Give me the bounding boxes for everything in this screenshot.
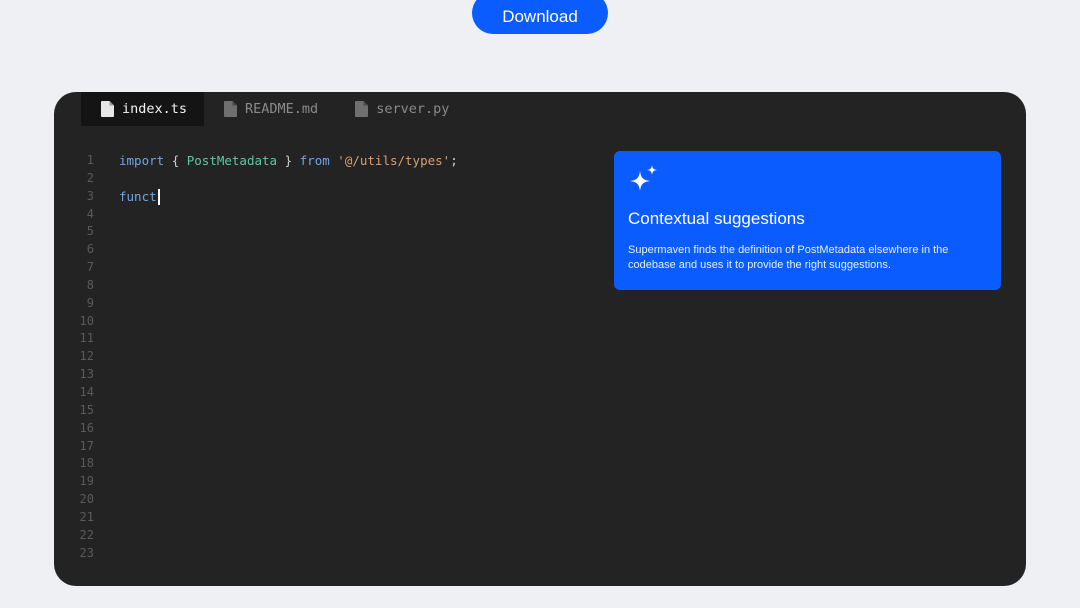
- brace-open: {: [171, 153, 180, 168]
- file-icon: [224, 101, 238, 117]
- line-number: 6: [86, 242, 94, 257]
- line-number: 2: [86, 170, 94, 185]
- identifier-postmetadata: PostMetadata: [186, 153, 278, 168]
- tab-label: index.ts: [122, 101, 188, 117]
- text-cursor: [157, 189, 160, 206]
- tab-label: server.py: [376, 101, 450, 117]
- line-number: 21: [79, 509, 94, 524]
- file-icon: [355, 101, 369, 117]
- line-number: 9: [86, 295, 94, 310]
- line-number: 11: [79, 331, 94, 346]
- line-number: 16: [79, 420, 94, 435]
- editor-tabs: index.ts README.md server.py: [81, 92, 466, 126]
- keyword-from: from: [299, 153, 330, 168]
- card-description: Supermaven finds the definition of PostM…: [628, 244, 949, 271]
- tab-label: README.md: [245, 101, 319, 117]
- line-number: 19: [79, 474, 94, 489]
- code-line: funct: [119, 188, 458, 206]
- line-number: 13: [79, 367, 94, 382]
- brace-close: }: [284, 153, 293, 168]
- download-button[interactable]: Download: [472, 0, 608, 34]
- line-number: 8: [86, 277, 94, 292]
- file-icon: [101, 101, 114, 117]
- keyword-import: import: [119, 153, 165, 168]
- code-area[interactable]: import { PostMetadata } from '@/utils/ty…: [119, 152, 458, 206]
- suggestion-card: Contextual suggestions Supermaven finds …: [614, 151, 1001, 290]
- tab-readme-md[interactable]: README.md: [204, 92, 335, 126]
- semicolon: ;: [450, 153, 458, 168]
- code-editor: index.ts README.md server.py 1 2 3 4 5 6…: [54, 92, 1026, 586]
- line-number: 5: [86, 224, 94, 239]
- line-number: 1: [86, 153, 94, 167]
- import-path-string: '@/utils/types': [337, 153, 451, 168]
- typed-text: funct: [119, 188, 157, 204]
- line-number: 20: [79, 492, 94, 507]
- tab-index-ts[interactable]: index.ts: [81, 92, 205, 126]
- line-number: 10: [79, 313, 94, 328]
- line-number: 12: [79, 349, 94, 364]
- tab-server-py[interactable]: server.py: [335, 92, 466, 126]
- line-number: 3: [86, 188, 94, 203]
- line-number: 23: [79, 545, 94, 560]
- code-line: import { PostMetadata } from '@/utils/ty…: [119, 152, 458, 170]
- line-number: 7: [86, 260, 94, 275]
- line-number-gutter: 1 2 3 4 5 6 7 8 9 10 11 12 13 14 15 16 1…: [54, 152, 94, 562]
- line-number: 15: [79, 402, 94, 417]
- line-number: 18: [79, 456, 94, 471]
- line-number: 14: [79, 384, 94, 399]
- line-number: 17: [79, 438, 94, 453]
- card-title: Contextual suggestions: [628, 209, 805, 228]
- sparkle-icon: [630, 165, 657, 191]
- line-number: 4: [86, 206, 94, 221]
- line-number: 22: [79, 527, 94, 542]
